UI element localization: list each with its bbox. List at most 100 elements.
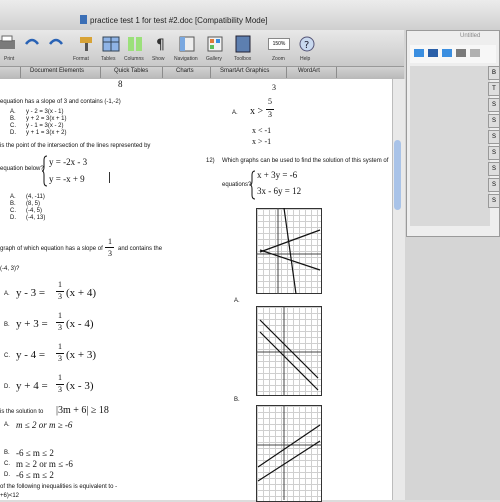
option-text: x > — [250, 106, 264, 117]
option-label: B. — [4, 322, 10, 328]
option-label: B. — [10, 201, 16, 207]
undo-icon[interactable] — [20, 34, 42, 54]
equation: x + 3y = -6 — [257, 170, 298, 180]
system-brace — [42, 155, 48, 187]
option-equation: y - 4 = — [16, 349, 46, 361]
help-label: Help — [300, 56, 311, 62]
question-text: equation below? — [0, 166, 44, 172]
show-label: Show — [152, 56, 165, 62]
print-icon[interactable] — [0, 34, 18, 54]
option-text: m ≥ 2 or m ≤ -6 — [16, 459, 73, 469]
fraction-numerator: 1 — [108, 237, 112, 246]
fraction-denominator: 3 — [268, 110, 272, 119]
palette-cell[interactable]: B — [488, 66, 500, 80]
option-text: y + 2 = 3(x + 1) — [26, 116, 67, 122]
question-text: of the following inequalities is equival… — [0, 484, 118, 490]
option-equation: y + 4 = — [16, 380, 48, 392]
columns-label: Columns — [124, 56, 144, 62]
option-label: D. — [4, 384, 10, 390]
option-label: C. — [10, 208, 16, 214]
option-text: -6 ≤ m ≤ 2 — [16, 448, 54, 458]
palette-cell[interactable]: S — [488, 114, 500, 128]
palette-cell[interactable]: S — [488, 162, 500, 176]
fraction-numerator: 1 — [58, 311, 62, 320]
svg-text:¶: ¶ — [156, 37, 165, 53]
graph-option-label: B. — [234, 397, 240, 403]
text-cursor — [109, 172, 110, 183]
document-icon — [80, 15, 87, 24]
fraction-bar — [105, 247, 114, 248]
toolbox-icon[interactable] — [232, 34, 254, 54]
format-painter-icon[interactable] — [75, 34, 97, 54]
option-text: -6 ≤ m ≤ 2 — [16, 470, 54, 480]
ribbon-tab-smartart-graphics[interactable]: SmartArt Graphics — [220, 68, 269, 74]
graph-lines — [256, 405, 322, 500]
fraction-denominator: 3 — [58, 323, 62, 332]
fraction-numerator: 1 — [58, 342, 62, 351]
option-equation: (x + 4) — [66, 287, 97, 299]
option-label: D. — [10, 215, 16, 221]
ribbon-separator — [162, 67, 163, 78]
window-title: practice test 1 for test #2.doc [Compati… — [90, 16, 268, 25]
zoom-label: Zoom — [272, 56, 285, 62]
gallery-label: Gallery — [206, 56, 222, 62]
option-text: (-4, 13) — [26, 215, 46, 221]
equation: 3x - 6y = 12 — [257, 186, 302, 196]
option-text: y + 1 = 3(x + 2) — [26, 130, 67, 136]
option-text: x > -1 — [252, 137, 272, 146]
palette-cell[interactable]: T — [488, 82, 500, 96]
scrollbar-thumb[interactable] — [394, 140, 401, 210]
option-label: B. — [4, 450, 10, 456]
graph-lines — [256, 306, 322, 396]
navigation-label: Navigation — [174, 56, 198, 62]
show-paragraph-icon[interactable]: ¶ — [150, 34, 172, 54]
palette-cell[interactable]: S — [488, 130, 500, 144]
option-text: (4, -11) — [26, 194, 45, 200]
ribbon-separator — [286, 67, 287, 78]
option-equation: (x - 3) — [66, 380, 94, 392]
fraction-denominator: 3 — [58, 354, 62, 363]
option-equation: (x + 3) — [66, 349, 97, 361]
option-label: D. — [4, 472, 10, 478]
option-label: A. — [4, 291, 10, 297]
question-text: is the solution to — [0, 409, 44, 415]
question-text: (-4, 3)? — [0, 266, 20, 272]
columns-icon[interactable] — [124, 34, 146, 54]
question-text: is the point of the intersection of the … — [0, 143, 151, 149]
zoom-input[interactable]: 150% — [268, 38, 290, 50]
question-text: +6)<12 — [0, 493, 20, 499]
palette-cell[interactable]: S — [488, 146, 500, 160]
palette-cell[interactable]: S — [488, 98, 500, 112]
fraction-denominator: 3 — [58, 292, 62, 301]
tables-label: Tables — [101, 56, 116, 62]
equation: y = -2x - 3 — [49, 157, 88, 167]
palette-cell[interactable]: S — [488, 178, 500, 192]
fraction-numerator: 5 — [268, 97, 272, 106]
tables-icon[interactable] — [100, 34, 122, 54]
option-label: B. — [10, 116, 16, 122]
option-label: A. — [232, 110, 238, 116]
option-label: C. — [4, 353, 10, 359]
option-label: A. — [10, 194, 16, 200]
ribbon-tab-document-elements[interactable]: Document Elements — [30, 68, 84, 74]
question-text: Which graphs can be used to find the sol… — [222, 158, 389, 164]
option-label: A. — [4, 422, 10, 428]
navigation-icon[interactable] — [176, 34, 198, 54]
option-equation: (x - 4) — [66, 318, 94, 330]
option-label: A. — [10, 109, 16, 115]
palette-view-icons[interactable] — [412, 47, 496, 61]
ribbon-tab-charts[interactable]: Charts — [176, 68, 194, 74]
redo-icon[interactable] — [46, 34, 68, 54]
toolbox-label: Toolbox — [234, 56, 252, 62]
palette-content — [410, 66, 490, 226]
option-label: C. — [10, 123, 16, 129]
question-text: and contains the — [118, 246, 163, 252]
help-icon[interactable]: ? — [296, 34, 318, 54]
palette-cell[interactable]: S — [488, 194, 500, 208]
ribbon-tab-wordart[interactable]: WordArt — [298, 68, 320, 74]
equation: y = -x + 9 — [49, 174, 85, 184]
gallery-icon[interactable] — [204, 34, 226, 54]
fraction-denominator: 3 — [108, 249, 112, 258]
graph-option-label: A. — [234, 298, 240, 304]
ribbon-tab-quick-tables[interactable]: Quick Tables — [114, 68, 148, 74]
